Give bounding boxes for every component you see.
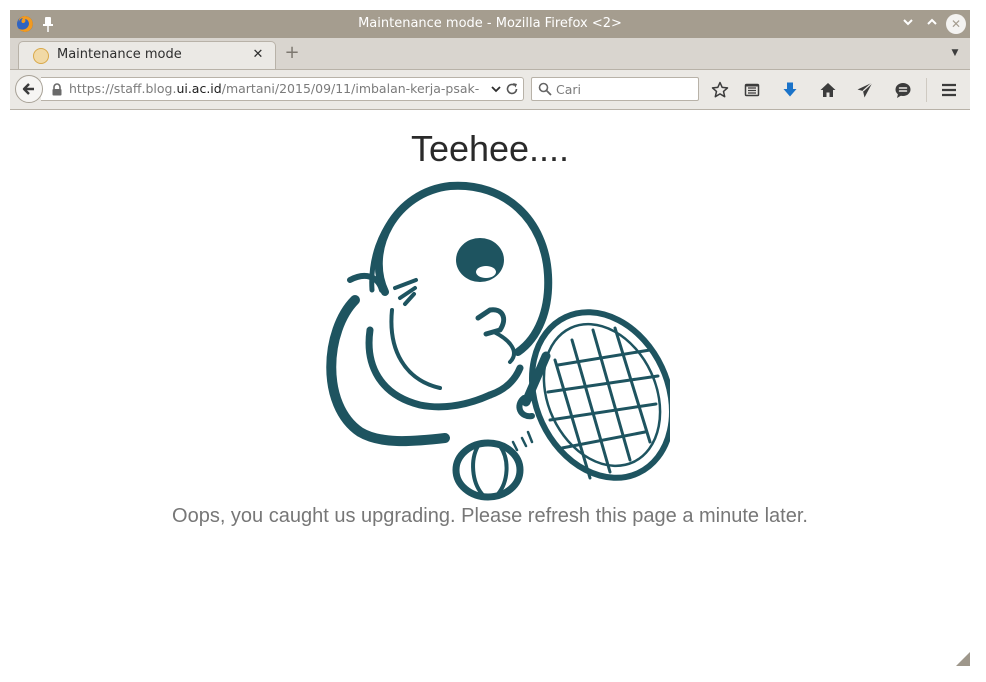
download-icon [783, 82, 797, 97]
tab-maintenance-mode[interactable]: Maintenance mode ✕ [18, 41, 276, 69]
chevron-down-icon [903, 19, 913, 26]
downloads-button[interactable] [779, 79, 801, 101]
url-text[interactable]: https://staff.blog.ui.ac.id/martani/2015… [69, 78, 487, 100]
tab-close-button[interactable]: ✕ [249, 46, 267, 64]
bookmark-star-button[interactable] [709, 79, 731, 101]
resize-grip-icon[interactable] [956, 652, 970, 666]
send-button[interactable] [854, 79, 876, 101]
url-path: /martani/2015/09/11/imbalan-kerja-psak- [221, 81, 480, 96]
url-bar[interactable]: https://staff.blog.ui.ac.id/martani/2015… [41, 77, 524, 101]
back-button[interactable] [15, 75, 43, 103]
chat-icon [895, 83, 911, 98]
chat-button[interactable] [892, 79, 914, 101]
lock-icon [52, 83, 62, 96]
search-icon [538, 82, 552, 96]
url-history-dropdown-icon[interactable] [489, 81, 503, 97]
send-icon [857, 82, 873, 98]
close-window-button[interactable]: ✕ [946, 14, 966, 34]
search-input[interactable] [556, 80, 694, 98]
toolbar-separator [926, 78, 927, 102]
menu-icon [942, 83, 956, 97]
reload-icon[interactable] [504, 81, 520, 97]
tennis-character-illustration [326, 181, 670, 501]
page-title: Teehee.... [410, 128, 570, 169]
arrow-left-icon [22, 83, 34, 95]
browser-window: Maintenance mode - Mozilla Firefox <2> ✕… [10, 10, 970, 670]
open-menu-button[interactable] [938, 79, 960, 101]
tab-strip: Maintenance mode ✕ + ▼ [10, 38, 970, 70]
site-favicon-icon [33, 48, 49, 64]
url-host: ui.ac.id [176, 81, 222, 96]
reading-list-icon [744, 83, 760, 97]
title-bar: Maintenance mode - Mozilla Firefox <2> ✕ [10, 10, 970, 38]
minimize-button[interactable] [898, 14, 918, 34]
reading-list-button[interactable] [741, 79, 763, 101]
chevron-up-icon [927, 18, 937, 25]
list-all-tabs-button[interactable]: ▼ [948, 46, 962, 60]
page-content: Teehee.... Oops, you caught us upgrading… [10, 110, 970, 670]
search-bar[interactable] [531, 77, 699, 101]
url-prefix: https://staff.blog. [69, 81, 177, 96]
home-icon [820, 83, 836, 97]
maintenance-message: Oops, you caught us upgrading. Please re… [172, 505, 808, 527]
tab-label: Maintenance mode [57, 47, 182, 62]
star-icon [711, 81, 729, 98]
new-tab-button[interactable]: + [282, 43, 302, 63]
navigation-toolbar: https://staff.blog.ui.ac.id/martani/2015… [10, 70, 970, 110]
home-button[interactable] [817, 79, 839, 101]
window-title: Maintenance mode - Mozilla Firefox <2> [358, 16, 622, 31]
maximize-button[interactable] [922, 14, 942, 34]
